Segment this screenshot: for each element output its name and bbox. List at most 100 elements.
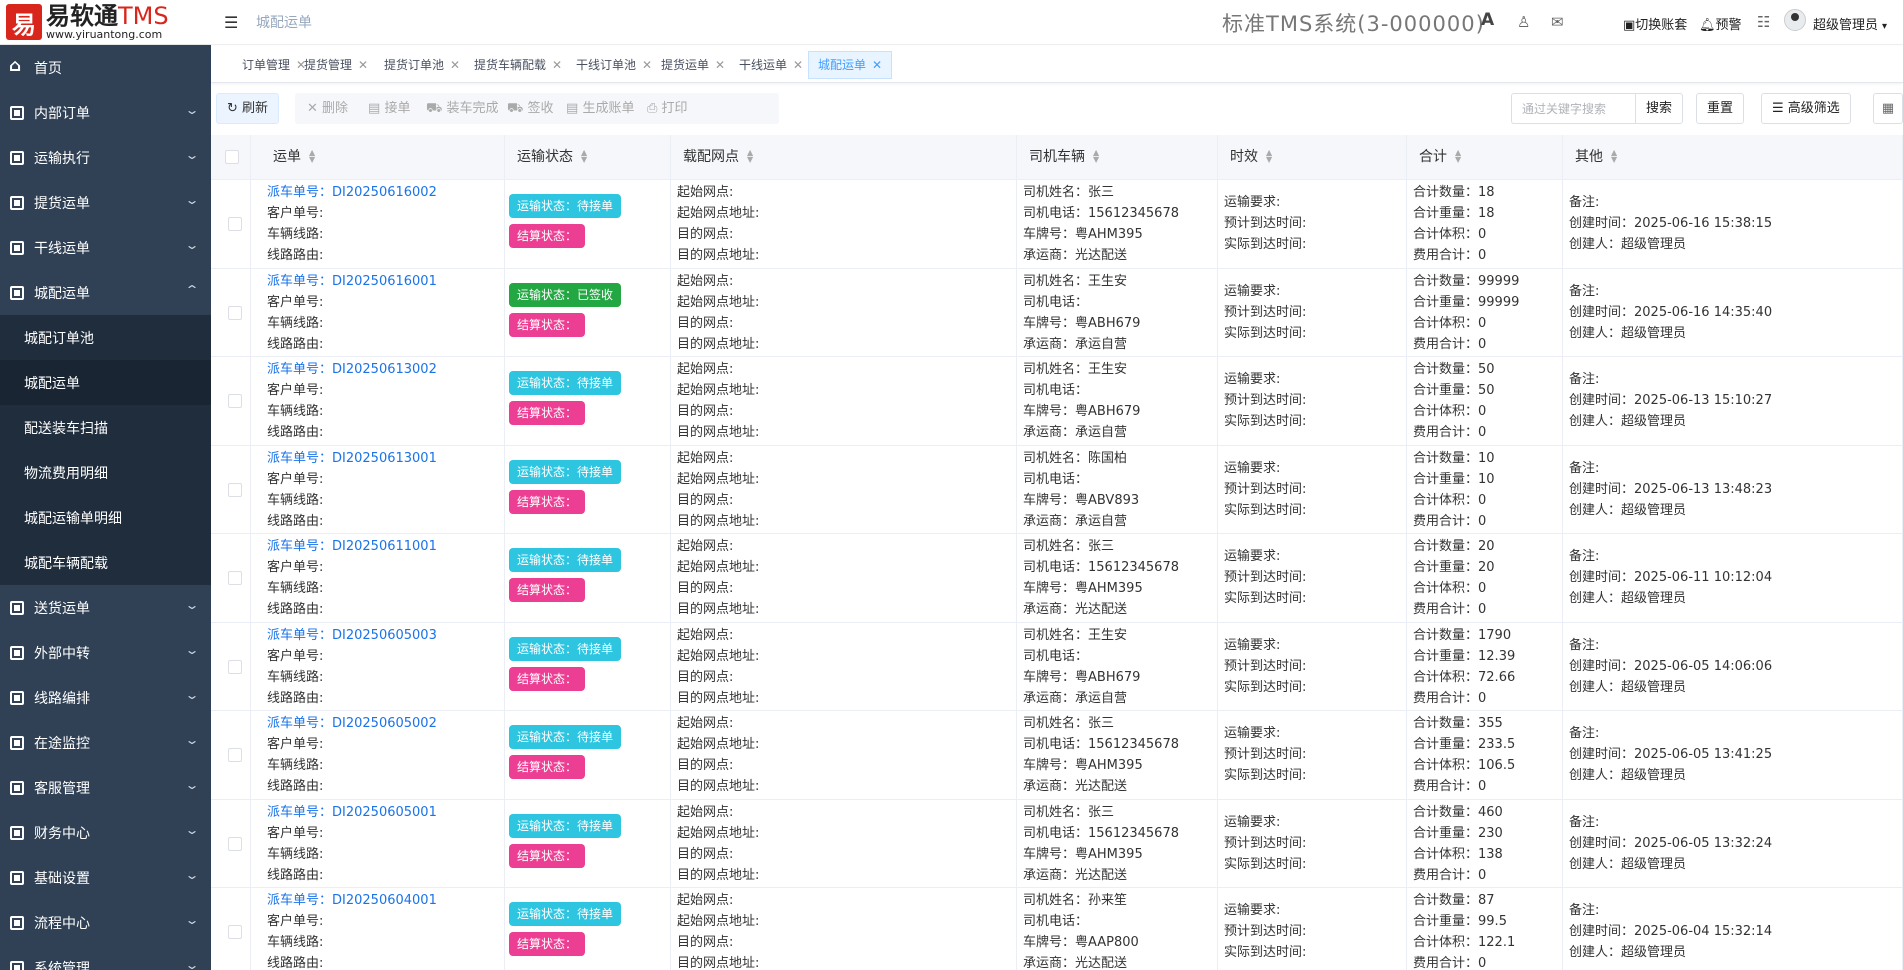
accept-button[interactable]: ▤ 接单 (368, 93, 410, 124)
tab[interactable]: 提货车辆配载 ✕ (464, 51, 572, 79)
sidebar-item[interactable]: 客服管理 ⌄ (0, 765, 211, 810)
row-checkbox[interactable] (228, 571, 242, 585)
dispatch-label[interactable]: 派车单号： (267, 362, 332, 377)
row-checkbox[interactable] (228, 659, 242, 674)
sort-icon[interactable]: ▲ ▼ (1455, 149, 1461, 164)
delete-button[interactable]: ✕ 删除 (307, 93, 348, 124)
column-header[interactable]: 司机车辆 ▲ ▼ (1017, 135, 1218, 180)
sort-icon[interactable]: ▲ ▼ (1093, 149, 1099, 164)
sidebar-item[interactable]: 运输执行 ⌄ (0, 135, 211, 180)
sidebar-item[interactable]: 在途监控 ⌄ (0, 720, 211, 765)
sidebar-subitem[interactable]: 城配车辆配载 (0, 540, 211, 585)
tab[interactable]: 提货订单池 ✕ (374, 51, 470, 79)
dispatch-label[interactable]: 派车单号： (267, 539, 332, 554)
sort-icon[interactable]: ▲ ▼ (1266, 149, 1272, 164)
select-all-checkbox[interactable] (225, 150, 239, 164)
column-settings-icon[interactable]: ▦ (1873, 93, 1903, 124)
user-icon[interactable]: ♙ (1517, 13, 1530, 31)
sidebar-subitem[interactable]: 城配运单 (0, 360, 211, 405)
message-icon[interactable]: ✉ (1551, 13, 1564, 31)
row-checkbox[interactable] (228, 305, 242, 320)
sidebar-item[interactable]: 城配运单 ⌃ (0, 270, 211, 315)
table-row[interactable]: 派车单号：DI20250605002 客户单号: 车辆线路: 线路路由: 运输状态：待接… (211, 711, 1903, 800)
sort-icon[interactable]: ▲ ▼ (309, 149, 315, 164)
hamburger-icon[interactable]: ☰ (224, 13, 242, 32)
sidebar-item[interactable]: 提货运单 ⌄ (0, 180, 211, 225)
close-icon[interactable]: ✕ (715, 58, 725, 72)
table-row[interactable]: 派车单号：DI20250616001 客户单号: 车辆线路: 线路路由: 运输状态：已签… (211, 268, 1903, 357)
tab[interactable]: 干线订单池 ✕ (566, 51, 662, 79)
table-row[interactable]: 派车单号：DI20250605001 客户单号: 车辆线路: 线路路由: 运输状态：待接… (211, 799, 1903, 888)
column-header[interactable]: 运单 ▲ ▼ (251, 135, 505, 180)
refresh-button[interactable]: ↻ 刷新 (216, 93, 280, 124)
close-icon[interactable]: ✕ (358, 58, 368, 72)
avatar[interactable] (1784, 9, 1806, 31)
table-row[interactable]: 派车单号：DI20250604001 客户单号: 车辆线路: 线路路由: 运输状态：待接… (211, 888, 1903, 970)
sidebar-item[interactable]: 系统管理 ⌄ (0, 945, 211, 970)
dispatch-label[interactable]: 派车单号： (267, 628, 332, 643)
sidebar-item[interactable]: 外部中转 ⌄ (0, 630, 211, 675)
table-row[interactable]: 派车单号：DI20250613002 客户单号: 车辆线路: 线路路由: 运输状态：待接… (211, 357, 1903, 446)
table-row[interactable]: 派车单号：DI20250613001 客户单号: 车辆线路: 线路路由: 运输状态：待接… (211, 445, 1903, 534)
dispatch-number-link[interactable]: DI20250605001 (332, 805, 437, 820)
sort-icon[interactable]: ▲ ▼ (581, 149, 587, 164)
dispatch-number-link[interactable]: DI20250605003 (332, 628, 437, 643)
dispatch-number-link[interactable]: DI20250616001 (332, 274, 437, 289)
close-icon[interactable]: ✕ (872, 58, 882, 72)
sidebar-item[interactable]: 流程中心 ⌄ (0, 900, 211, 945)
sidebar-item[interactable]: 线路编排 ⌄ (0, 675, 211, 720)
dispatch-number-link[interactable]: DI20250611001 (332, 539, 437, 554)
tab[interactable]: 提货管理 ✕ (294, 51, 378, 79)
column-header[interactable]: 时效 ▲ ▼ (1218, 135, 1407, 180)
table-row[interactable]: 派车单号：DI20250605003 客户单号: 车辆线路: 线路路由: 运输状态：待接… (211, 622, 1903, 711)
column-header[interactable]: 运输状态 ▲ ▼ (505, 135, 671, 180)
dispatch-number-link[interactable]: DI20250605002 (332, 716, 437, 731)
row-checkbox[interactable] (228, 836, 242, 851)
sidebar-item[interactable]: 干线运单 ⌄ (0, 225, 211, 270)
dispatch-number-link[interactable]: DI20250613001 (332, 451, 437, 466)
column-header[interactable]: 合计 ▲ ▼ (1407, 135, 1563, 180)
tab[interactable]: 提货运单 ✕ (651, 51, 735, 79)
row-checkbox[interactable] (228, 482, 242, 497)
row-checkbox[interactable] (228, 925, 242, 939)
dispatch-label[interactable]: 派车单号： (267, 185, 332, 200)
dispatch-number-link[interactable]: DI20250616002 (332, 185, 437, 200)
warning-button[interactable]: 🔔︎预警 (1699, 14, 1742, 33)
bill-button[interactable]: ▤ 生成账单 (566, 93, 634, 124)
table-row[interactable]: 派车单号：DI20250616002 客户单号: 车辆线路: 线路路由: 运输状态：待接… (211, 180, 1903, 269)
row-checkbox[interactable] (228, 394, 242, 408)
font-size-icon[interactable]: A (1481, 10, 1494, 30)
sort-icon[interactable]: ▲ ▼ (1611, 149, 1617, 164)
row-checkbox[interactable] (228, 217, 242, 231)
print-button[interactable]: ⎙ 打印 (647, 93, 688, 124)
table-row[interactable]: 派车单号：DI20250611001 客户单号: 车辆线路: 线路路由: 运输状态：待接… (211, 534, 1903, 623)
sidebar-item[interactable]: 内部订单 ⌄ (0, 90, 211, 135)
row-checkbox[interactable] (228, 748, 242, 762)
reset-button[interactable]: 重置 (1696, 93, 1745, 124)
close-icon[interactable]: ✕ (793, 58, 803, 72)
dispatch-number-link[interactable]: DI20250604001 (332, 893, 437, 908)
advanced-filter-button[interactable]: ☰ 高级筛选 (1761, 93, 1851, 124)
dispatch-label[interactable]: 派车单号： (267, 716, 332, 731)
loaded-button[interactable]: ⛟ 装车完成 (426, 93, 499, 124)
sidebar-item[interactable]: 送货运单 ⌄ (0, 585, 211, 630)
sidebar-item[interactable]: 财务中心 ⌄ (0, 810, 211, 855)
sidebar-subitem[interactable]: 城配订单池 (0, 315, 211, 360)
sidebar-item[interactable]: 基础设置 ⌄ (0, 855, 211, 900)
sidebar-subitem[interactable]: 物流费用明细 (0, 450, 211, 495)
close-icon[interactable]: ✕ (450, 58, 460, 72)
user-menu[interactable]: 超级管理员 ▾ (1813, 14, 1887, 33)
list-icon[interactable]: ☷ (1757, 13, 1770, 31)
close-icon[interactable]: ✕ (552, 58, 562, 72)
search-button[interactable]: 搜索 (1635, 93, 1684, 124)
search-input[interactable] (1511, 93, 1635, 124)
switch-account-button[interactable]: ▣切换账套 (1623, 14, 1687, 33)
dispatch-number-link[interactable]: DI20250613002 (332, 362, 437, 377)
column-header[interactable]: 载配网点 ▲ ▼ (671, 135, 1017, 180)
dispatch-label[interactable]: 派车单号： (267, 451, 332, 466)
sidebar-subitem[interactable]: 城配运输单明细 (0, 495, 211, 540)
sign-button[interactable]: ⛟ 签收 (507, 93, 554, 124)
sidebar-item[interactable]: 首页 (0, 45, 211, 90)
tab[interactable]: 城配运单 ✕ (808, 51, 893, 79)
dispatch-label[interactable]: 派车单号： (267, 805, 332, 820)
